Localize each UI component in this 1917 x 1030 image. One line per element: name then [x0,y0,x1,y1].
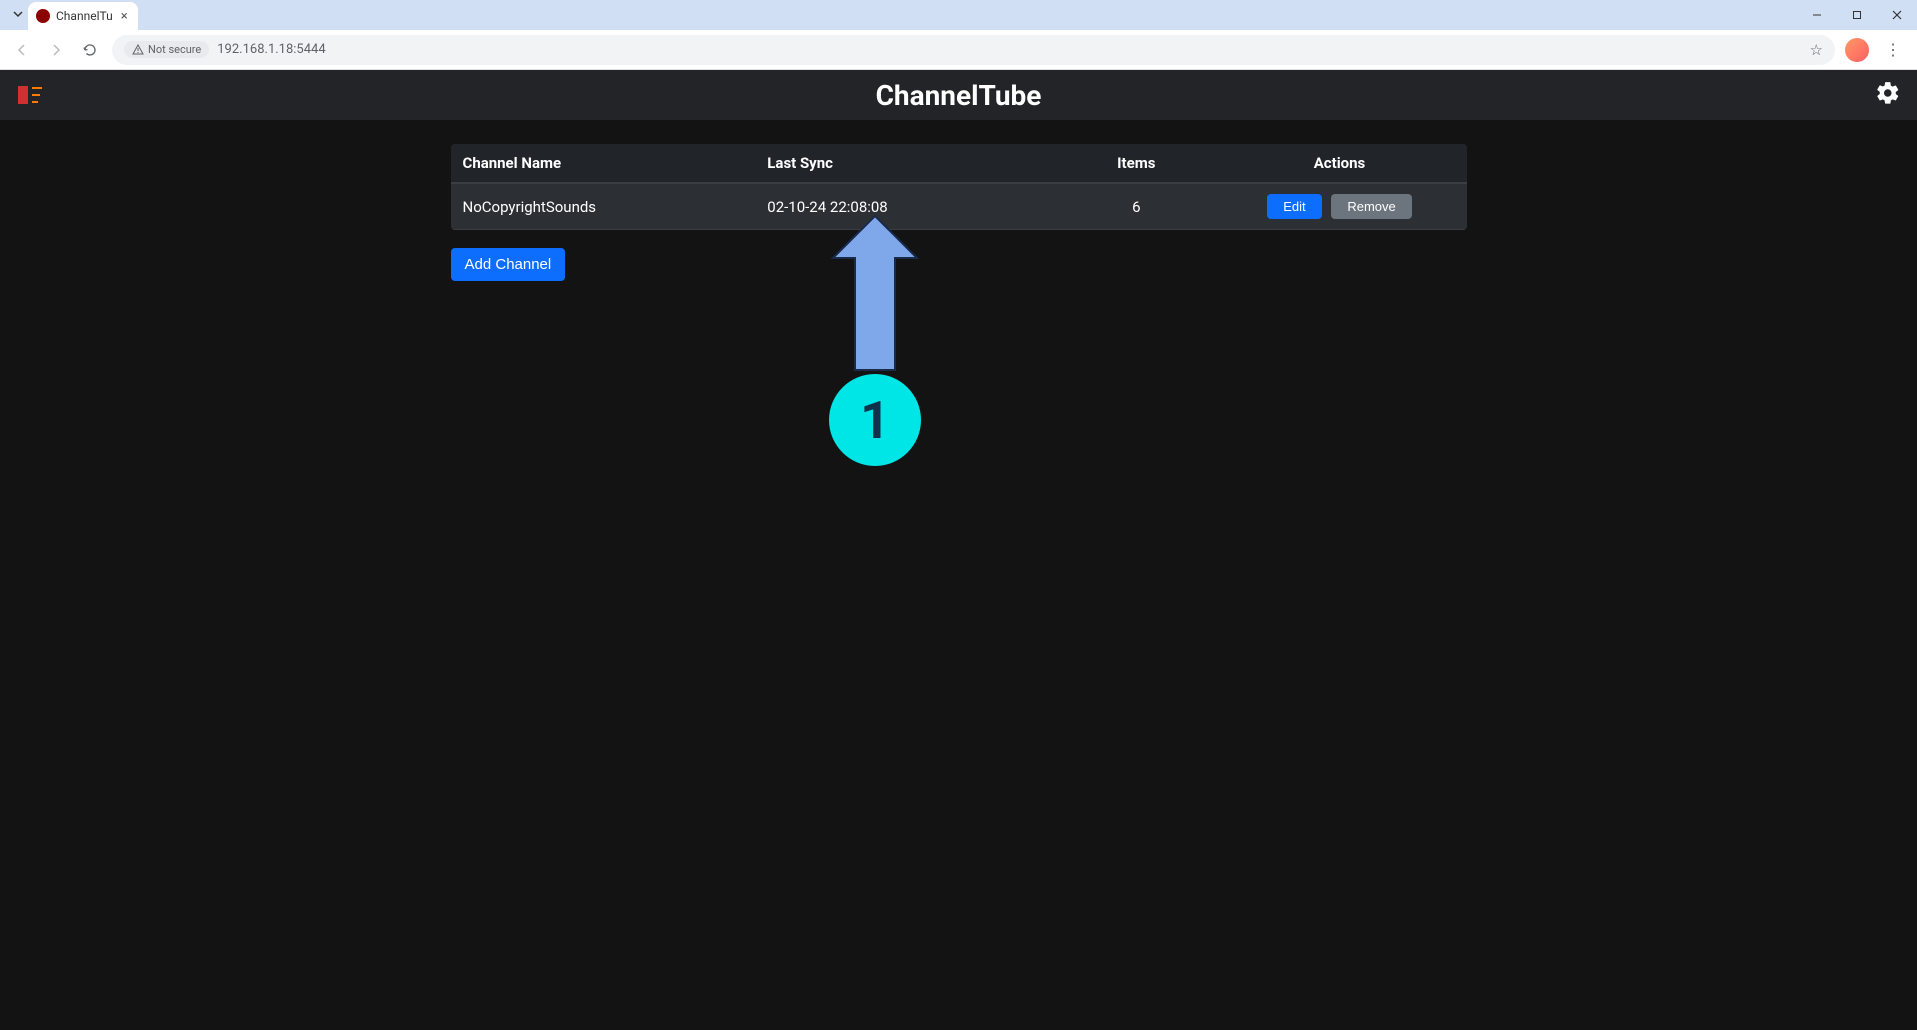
tab-title: ChannelTu [56,9,113,23]
tab-close-icon[interactable]: × [119,9,130,24]
browser-menu-icon[interactable]: ⋮ [1879,40,1907,59]
settings-gear-icon[interactable] [1875,80,1901,110]
forward-button[interactable] [44,38,68,62]
table-row: NoCopyrightSounds 02-10-24 22:08:08 6 Ed… [451,183,1467,230]
app-title: ChannelTube [876,79,1042,112]
maximize-button[interactable] [1837,0,1877,30]
col-header-items: Items [1060,144,1212,183]
back-button[interactable] [10,38,34,62]
annotation-number: 1 [860,390,890,451]
cell-channel-name: NoCopyrightSounds [451,183,756,230]
tab-region: ChannelTu × [0,0,138,30]
bookmark-star-icon[interactable]: ☆ [1810,41,1823,59]
remove-button[interactable]: Remove [1331,194,1411,219]
browser-titlebar: ChannelTu × [0,0,1917,30]
app-container: ChannelTube Channel Name Last Sync Items… [0,70,1917,1030]
browser-toolbar: Not secure 192.168.1.18:5444 ☆ ⋮ [0,30,1917,70]
channels-table: Channel Name Last Sync Items Actions NoC… [451,144,1467,230]
app-header: ChannelTube [0,70,1917,120]
close-window-button[interactable] [1877,0,1917,30]
cell-items: 6 [1060,183,1212,230]
minimize-button[interactable] [1797,0,1837,30]
address-bar[interactable]: Not secure 192.168.1.18:5444 ☆ [112,35,1835,65]
col-header-actions: Actions [1212,144,1466,183]
browser-tab[interactable]: ChannelTu × [28,2,138,30]
window-controls [1797,0,1917,30]
cell-actions: Edit Remove [1212,183,1466,230]
tab-search-dropdown[interactable] [8,8,28,23]
security-chip[interactable]: Not secure [124,41,209,58]
table-header-row: Channel Name Last Sync Items Actions [451,144,1467,183]
content-wrap: Channel Name Last Sync Items Actions NoC… [439,120,1479,305]
warning-icon [132,44,144,56]
reload-button[interactable] [78,38,102,62]
edit-button[interactable]: Edit [1267,194,1321,219]
cell-last-sync: 02-10-24 22:08:08 [755,183,1060,230]
profile-avatar[interactable] [1845,38,1869,62]
col-header-name: Channel Name [451,144,756,183]
tab-favicon [36,9,50,23]
app-logo-icon[interactable] [16,82,46,108]
security-label: Not secure [148,43,201,56]
add-channel-button[interactable]: Add Channel [451,248,566,281]
url-text: 192.168.1.18:5444 [217,42,325,57]
col-header-sync: Last Sync [755,144,1060,183]
